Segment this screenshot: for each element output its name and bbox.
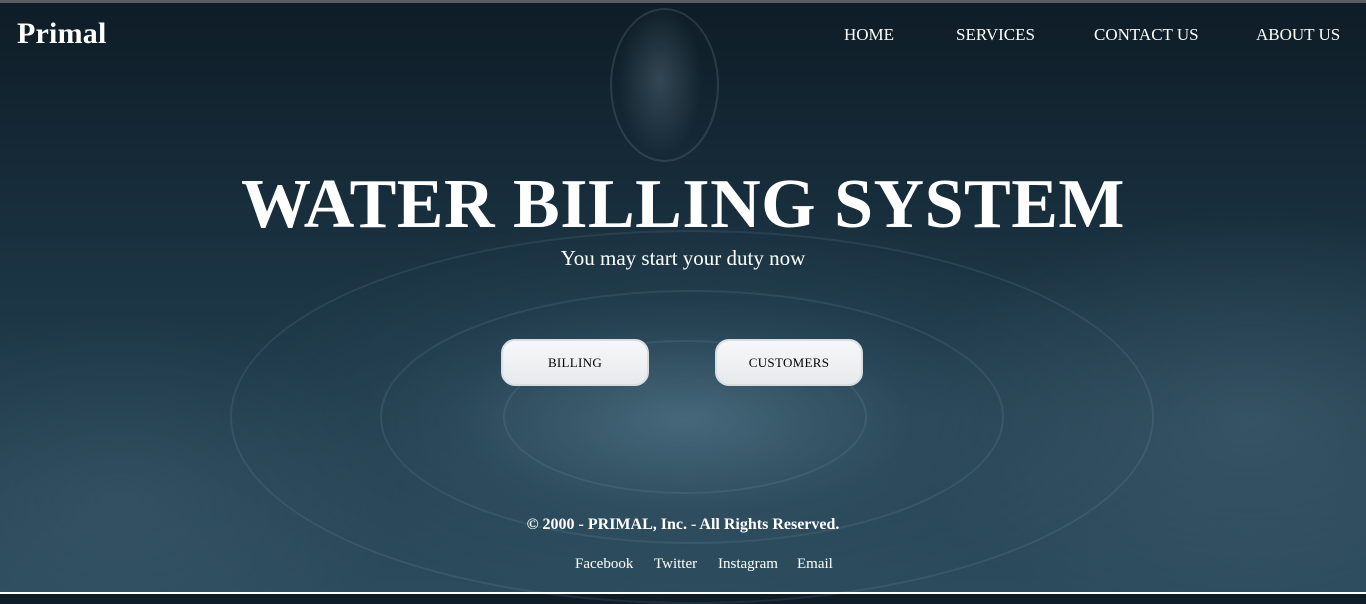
facebook-link[interactable]: Facebook <box>575 556 633 573</box>
nav-about-us[interactable]: ABOUT US <box>1256 25 1340 45</box>
browser-top-edge <box>0 0 1366 3</box>
billing-button[interactable]: BILLING <box>501 339 649 386</box>
nav-contact-us[interactable]: CONTACT US <box>1094 25 1199 45</box>
customers-button[interactable]: CUSTOMERS <box>715 339 863 386</box>
nav-home[interactable]: HOME <box>844 25 894 45</box>
email-link[interactable]: Email <box>797 556 833 573</box>
footer-social-links: Facebook Twitter Instagram Email <box>0 556 1366 576</box>
instagram-link[interactable]: Instagram <box>718 556 778 573</box>
main-nav: HOME SERVICES CONTACT US ABOUT US <box>0 25 1366 47</box>
footer-copyright: © 2000 - PRIMAL, Inc. - All Rights Reser… <box>526 516 840 533</box>
nav-services[interactable]: SERVICES <box>956 25 1035 45</box>
twitter-link[interactable]: Twitter <box>654 556 697 573</box>
hero-title: WATER BILLING SYSTEM <box>241 166 1125 243</box>
hero-subtitle: You may start your duty now <box>560 246 806 270</box>
